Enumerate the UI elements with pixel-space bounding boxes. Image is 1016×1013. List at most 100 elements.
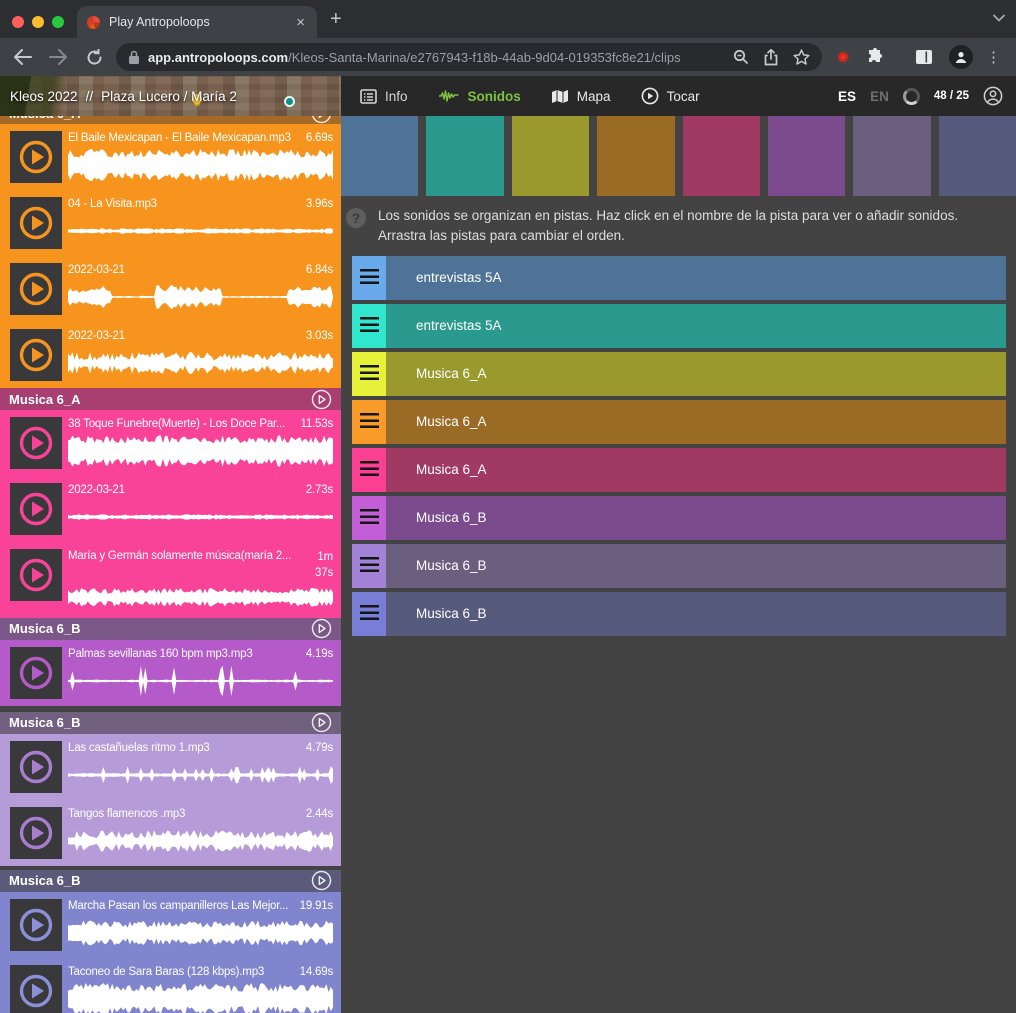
back-icon[interactable]: [10, 45, 34, 69]
drag-handle-icon: [360, 557, 379, 574]
loading-spinner-icon: [903, 88, 920, 105]
drag-handle[interactable]: [352, 448, 386, 492]
clip-waveform[interactable]: [68, 147, 333, 183]
expand-track-icon[interactable]: [311, 618, 332, 639]
track-row-body[interactable]: entrevistas 5A: [386, 256, 1006, 300]
track-row-body[interactable]: Musica 6_A: [386, 400, 1006, 444]
clip-waveform[interactable]: [68, 663, 333, 699]
clip-play-button[interactable]: [10, 965, 62, 1013]
clip-duration: 4.19s: [306, 648, 333, 660]
clip-play-button[interactable]: [10, 197, 62, 249]
track-row[interactable]: Musica 6_B: [352, 592, 1006, 636]
drag-handle-icon: [360, 317, 379, 334]
clip-waveform[interactable]: [68, 433, 333, 469]
clip-waveform[interactable]: [68, 981, 333, 1013]
clip-waveform[interactable]: [68, 213, 333, 249]
track-row[interactable]: Musica 6_A: [352, 352, 1006, 396]
expand-track-icon[interactable]: [311, 389, 332, 410]
track-row-body[interactable]: Musica 6_B: [386, 496, 1006, 540]
address-bar[interactable]: app.antropoloops.com/Kleos-Santa-Marina/…: [116, 43, 822, 71]
drag-handle[interactable]: [352, 496, 386, 540]
expand-track-icon[interactable]: [311, 870, 332, 891]
clip-play-button[interactable]: [10, 549, 62, 601]
drag-handle[interactable]: [352, 256, 386, 300]
drag-handle[interactable]: [352, 304, 386, 348]
clip-title: Marcha Pasan los campanilleros Las Mejor…: [68, 900, 294, 912]
track-row[interactable]: Musica 6_B: [352, 544, 1006, 588]
lang-en-button[interactable]: EN: [870, 89, 889, 104]
track-row[interactable]: Musica 6_B: [352, 496, 1006, 540]
tab-sonidos[interactable]: Sonidos: [438, 89, 521, 104]
lock-icon[interactable]: [128, 50, 140, 65]
clip-waveform[interactable]: [68, 915, 333, 951]
track-row[interactable]: entrevistas 5A: [352, 256, 1006, 300]
track-section-header[interactable]: Musica 6_B: [0, 618, 341, 640]
clip-duration: 11.53s: [301, 418, 333, 430]
drag-handle[interactable]: [352, 400, 386, 444]
clip-play-button[interactable]: [10, 899, 62, 951]
browser-profile-avatar[interactable]: [949, 45, 973, 69]
track-row-body[interactable]: Musica 6_B: [386, 592, 1006, 636]
record-extension-icon[interactable]: [836, 50, 850, 64]
clip-waveform[interactable]: [68, 499, 333, 535]
waveform-icon: [438, 89, 460, 103]
track-section-title: Musica 6_B: [9, 873, 81, 888]
side-panel-icon[interactable]: [912, 45, 936, 69]
clip-play-button[interactable]: [10, 647, 62, 699]
reload-icon[interactable]: [82, 45, 106, 69]
track-row[interactable]: entrevistas 5A: [352, 304, 1006, 348]
tab-mapa[interactable]: Mapa: [551, 89, 611, 104]
forward-icon[interactable]: [46, 45, 70, 69]
track-section-header[interactable]: Musica 6_A: [0, 388, 341, 410]
drag-handle[interactable]: [352, 592, 386, 636]
clip-waveform[interactable]: [68, 584, 333, 611]
track-row[interactable]: Musica 6_A: [352, 448, 1006, 492]
close-window-button[interactable]: [12, 16, 24, 28]
clip-play-button[interactable]: [10, 131, 62, 183]
clip-waveform[interactable]: [68, 757, 333, 793]
track-section-header[interactable]: Musica 6_A: [0, 116, 341, 124]
bookmark-star-icon[interactable]: [793, 49, 810, 65]
clip-waveform[interactable]: [68, 279, 333, 315]
close-tab-icon[interactable]: ×: [294, 13, 307, 32]
tracks-hint-text: Los sonidos se organizan en pistas. Haz …: [378, 206, 1006, 247]
clip-play-button[interactable]: [10, 483, 62, 535]
browser-menu-icon[interactable]: ⋮: [986, 50, 1001, 65]
clip-title: 2022-03-21: [68, 264, 300, 276]
track-row-body[interactable]: Musica 6_A: [386, 352, 1006, 396]
track-row-body[interactable]: Musica 6_A: [386, 448, 1006, 492]
tab-info[interactable]: Info: [360, 89, 408, 104]
tab-tocar[interactable]: Tocar: [641, 87, 700, 105]
track-row-body[interactable]: entrevistas 5A: [386, 304, 1006, 348]
track-row[interactable]: Musica 6_A: [352, 400, 1006, 444]
expand-track-icon[interactable]: [311, 116, 332, 124]
share-icon[interactable]: [764, 49, 778, 66]
drag-handle[interactable]: [352, 544, 386, 588]
minimize-window-button[interactable]: [32, 16, 44, 28]
expand-track-icon[interactable]: [311, 712, 332, 733]
track-row-body[interactable]: Musica 6_B: [386, 544, 1006, 588]
account-icon[interactable]: [983, 86, 1003, 106]
browser-tab[interactable]: Play Antropoloops ×: [77, 6, 317, 38]
clip-play-button[interactable]: [10, 263, 62, 315]
tab-search-chevron-icon[interactable]: [992, 13, 1006, 23]
extensions-puzzle-icon[interactable]: [863, 45, 887, 69]
new-tab-button[interactable]: +: [330, 8, 342, 30]
clip-play-button[interactable]: [10, 807, 62, 859]
map-thumbnail[interactable]: Kleos 2022 // Plaza Lucero / María 2: [0, 76, 341, 116]
clip-play-button[interactable]: [10, 329, 62, 381]
track-section-header[interactable]: Musica 6_B: [0, 870, 341, 892]
clip-title: El Baile Mexicapan - El Baile Mexicapan.…: [68, 132, 300, 144]
clip-waveform[interactable]: [68, 823, 333, 859]
clip-title: Las castañuelas ritmo 1.mp3: [68, 742, 300, 754]
breadcrumb-project[interactable]: Kleos 2022: [10, 89, 78, 104]
lang-es-button[interactable]: ES: [838, 89, 856, 104]
drag-handle[interactable]: [352, 352, 386, 396]
clip-play-button[interactable]: [10, 741, 62, 793]
clip-play-button[interactable]: [10, 417, 62, 469]
zoom-window-button[interactable]: [52, 16, 64, 28]
track-section-header[interactable]: Musica 6_B: [0, 712, 341, 734]
breadcrumb-path[interactable]: Plaza Lucero / María 2: [101, 89, 237, 104]
zoom-page-icon[interactable]: [733, 49, 749, 65]
clip-waveform[interactable]: [68, 345, 333, 381]
